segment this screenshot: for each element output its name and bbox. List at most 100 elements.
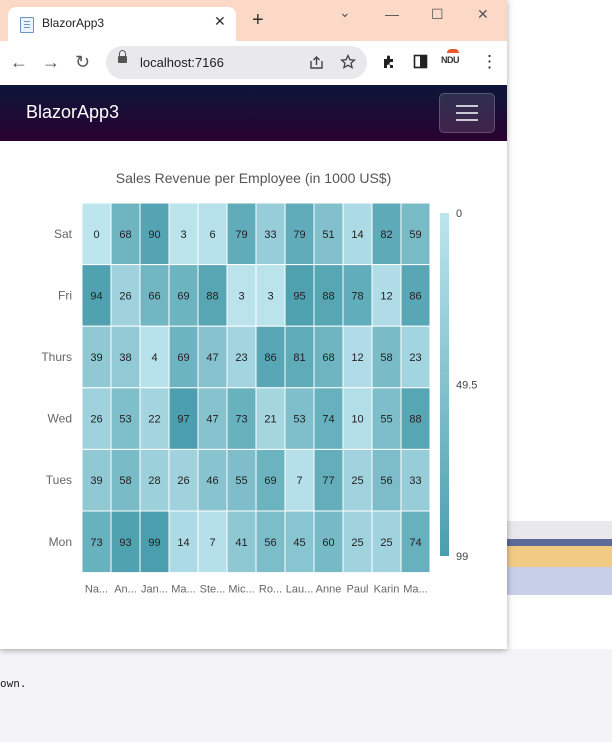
cell-value-label: 51 bbox=[322, 229, 334, 241]
cell-value-label: 90 bbox=[148, 229, 160, 241]
cell-value-label: 0 bbox=[93, 229, 99, 241]
cell-value-label: 45 bbox=[293, 537, 305, 549]
x-axis-label: Ma... bbox=[171, 584, 195, 596]
x-axis-label: Jan... bbox=[141, 584, 168, 596]
y-axis-label: Tues bbox=[46, 473, 72, 487]
cell-value-label: 3 bbox=[238, 290, 244, 302]
legend-color-bar bbox=[440, 213, 449, 556]
cell-value-label: 58 bbox=[380, 352, 392, 364]
cell-value-label: 25 bbox=[351, 475, 363, 487]
app-brand[interactable]: BlazorApp3 bbox=[26, 102, 119, 123]
cell-value-label: 77 bbox=[322, 475, 334, 487]
cell-value-label: 66 bbox=[148, 290, 160, 302]
cell-value-label: 59 bbox=[409, 229, 421, 241]
tab-title: BlazorApp3 bbox=[42, 16, 105, 30]
cell-value-label: 55 bbox=[235, 475, 247, 487]
cell-value-label: 47 bbox=[206, 352, 218, 364]
browser-tab[interactable]: BlazorApp3 ✕ bbox=[8, 7, 236, 41]
cell-value-label: 7 bbox=[209, 537, 215, 549]
cell-value-label: 14 bbox=[177, 537, 189, 549]
cell-value-label: 58 bbox=[119, 475, 131, 487]
close-window-button[interactable]: ✕ bbox=[477, 6, 489, 23]
cell-value-label: 97 bbox=[177, 414, 189, 426]
cell-value-label: 23 bbox=[409, 352, 421, 364]
cell-value-label: 53 bbox=[119, 414, 131, 426]
menu-icon-bar bbox=[456, 119, 478, 121]
title-bar: BlazorApp3 ✕ + ⌄ — ☐ ✕ bbox=[0, 0, 507, 41]
ndu-extension-icon[interactable]: NDU bbox=[441, 49, 460, 65]
reload-button[interactable]: ↻ bbox=[75, 51, 90, 73]
background-strip bbox=[507, 539, 612, 546]
browser-menu-icon[interactable]: ⋮ bbox=[481, 52, 498, 72]
extensions-icon[interactable] bbox=[381, 54, 397, 70]
menu-icon-bar bbox=[456, 105, 478, 107]
cell-value-label: 86 bbox=[264, 352, 276, 364]
background-strip bbox=[507, 567, 612, 595]
cell-value-label: 68 bbox=[322, 352, 334, 364]
cell-value-label: 81 bbox=[293, 352, 305, 364]
cell-value-label: 41 bbox=[235, 537, 247, 549]
cell-value-label: 25 bbox=[380, 537, 392, 549]
cell-value-label: 39 bbox=[90, 475, 102, 487]
cell-value-label: 33 bbox=[409, 475, 421, 487]
tab-search-icon[interactable]: ⌄ bbox=[339, 4, 351, 21]
background-editor bbox=[0, 649, 612, 742]
cell-value-label: 94 bbox=[90, 290, 102, 302]
cell-value-label: 55 bbox=[380, 414, 392, 426]
cell-value-label: 14 bbox=[351, 229, 363, 241]
cell-value-label: 95 bbox=[293, 290, 305, 302]
page-icon bbox=[20, 17, 34, 33]
cell-value-label: 12 bbox=[351, 352, 363, 364]
x-axis-label: Ma... bbox=[403, 584, 427, 596]
x-axis-label: Na... bbox=[85, 584, 108, 596]
cell-value-label: 25 bbox=[351, 537, 363, 549]
legend-label: 99 bbox=[456, 551, 468, 563]
lock-icon[interactable] bbox=[118, 50, 127, 63]
cell-value-label: 56 bbox=[264, 537, 276, 549]
cell-value-label: 47 bbox=[206, 414, 218, 426]
cell-value-label: 4 bbox=[151, 352, 157, 364]
cell-value-label: 79 bbox=[235, 229, 247, 241]
forward-button[interactable]: → bbox=[42, 51, 60, 73]
cell-value-label: 88 bbox=[322, 290, 334, 302]
cell-value-label: 26 bbox=[90, 414, 102, 426]
address-bar[interactable]: localhost:7166 bbox=[106, 46, 367, 79]
legend-label: 49.5 bbox=[456, 380, 477, 392]
cell-value-label: 86 bbox=[409, 290, 421, 302]
side-panel-icon[interactable] bbox=[413, 54, 428, 69]
cell-value-label: 6 bbox=[209, 229, 215, 241]
cell-value-label: 39 bbox=[90, 352, 102, 364]
navbar-toggle-button[interactable] bbox=[439, 93, 495, 133]
url-text[interactable]: localhost:7166 bbox=[140, 55, 224, 70]
cell-value-label: 3 bbox=[267, 290, 273, 302]
y-axis-label: Sat bbox=[54, 227, 73, 241]
cell-value-label: 69 bbox=[177, 352, 189, 364]
bookmark-star-icon[interactable] bbox=[340, 54, 356, 70]
close-tab-icon[interactable]: ✕ bbox=[214, 13, 226, 30]
legend-label: 0 bbox=[456, 208, 462, 220]
cell-value-label: 38 bbox=[119, 352, 131, 364]
cell-value-label: 56 bbox=[380, 475, 392, 487]
y-axis-label: Mon bbox=[49, 535, 72, 549]
cell-value-label: 26 bbox=[177, 475, 189, 487]
cell-value-label: 21 bbox=[264, 414, 276, 426]
cell-value-label: 93 bbox=[119, 537, 131, 549]
cell-value-label: 74 bbox=[322, 414, 334, 426]
background-strip bbox=[507, 546, 612, 567]
cell-value-label: 23 bbox=[235, 352, 247, 364]
browser-toolbar: ← → ↻ localhost:7166 NDU ⋮ bbox=[0, 41, 507, 85]
new-tab-button[interactable]: + bbox=[252, 10, 264, 30]
share-icon[interactable] bbox=[309, 55, 324, 70]
cell-value-label: 28 bbox=[148, 475, 160, 487]
cell-value-label: 79 bbox=[293, 229, 305, 241]
cell-value-label: 7 bbox=[296, 475, 302, 487]
x-axis-label: An... bbox=[114, 584, 137, 596]
x-axis-label: Ro... bbox=[259, 584, 282, 596]
y-axis-label: Fri bbox=[58, 288, 72, 302]
cell-value-label: 12 bbox=[380, 290, 392, 302]
maximize-button[interactable]: ☐ bbox=[431, 6, 444, 23]
minimize-button[interactable]: — bbox=[385, 6, 399, 22]
x-axis-label: Karin bbox=[374, 584, 400, 596]
back-button[interactable]: ← bbox=[10, 51, 28, 73]
menu-icon-bar bbox=[456, 112, 478, 114]
